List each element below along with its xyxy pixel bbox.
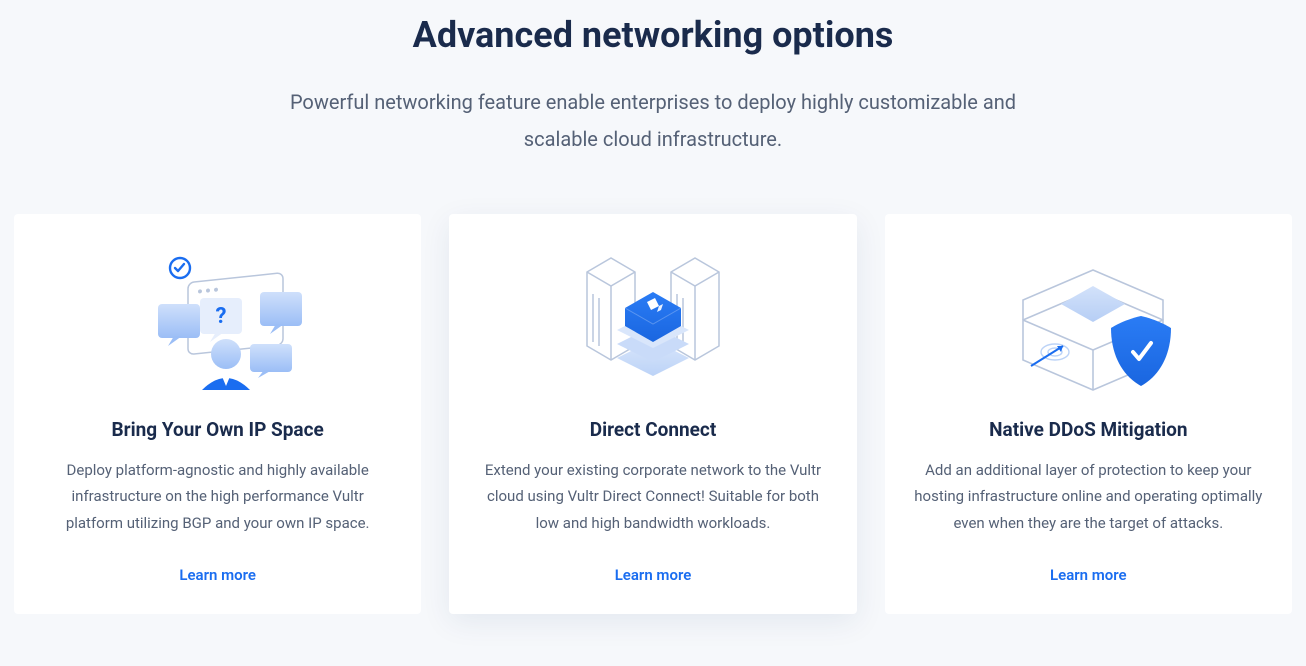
card-desc: Deploy platform-agnostic and highly avai… [42, 457, 393, 536]
page-subtitle: Powerful networking feature enable enter… [263, 84, 1043, 158]
card-byoip: ? Bring Your Own IP Space Deploy platfor… [14, 214, 421, 614]
card-direct-connect: Direct Connect Extend your existing corp… [449, 214, 856, 614]
svg-text:?: ? [215, 304, 226, 329]
card-desc: Add an additional layer of protection to… [913, 457, 1264, 536]
learn-more-link[interactable]: Learn more [179, 566, 256, 584]
card-title: Bring Your Own IP Space [112, 418, 324, 441]
card-ddos: Native DDoS Mitigation Add an additional… [885, 214, 1292, 614]
direct-connect-illustration-icon [477, 250, 828, 400]
card-desc: Extend your existing corporate network t… [477, 457, 828, 536]
learn-more-link[interactable]: Learn more [1050, 566, 1127, 584]
cards-row: ? Bring Your Own IP Space Deploy platfor… [0, 214, 1306, 614]
card-title: Native DDoS Mitigation [989, 418, 1187, 441]
card-title: Direct Connect [590, 418, 717, 441]
learn-more-link[interactable]: Learn more [615, 566, 692, 584]
byoip-illustration-icon: ? [42, 250, 393, 400]
ddos-illustration-icon [913, 250, 1264, 400]
page-title: Advanced networking options [0, 14, 1306, 56]
